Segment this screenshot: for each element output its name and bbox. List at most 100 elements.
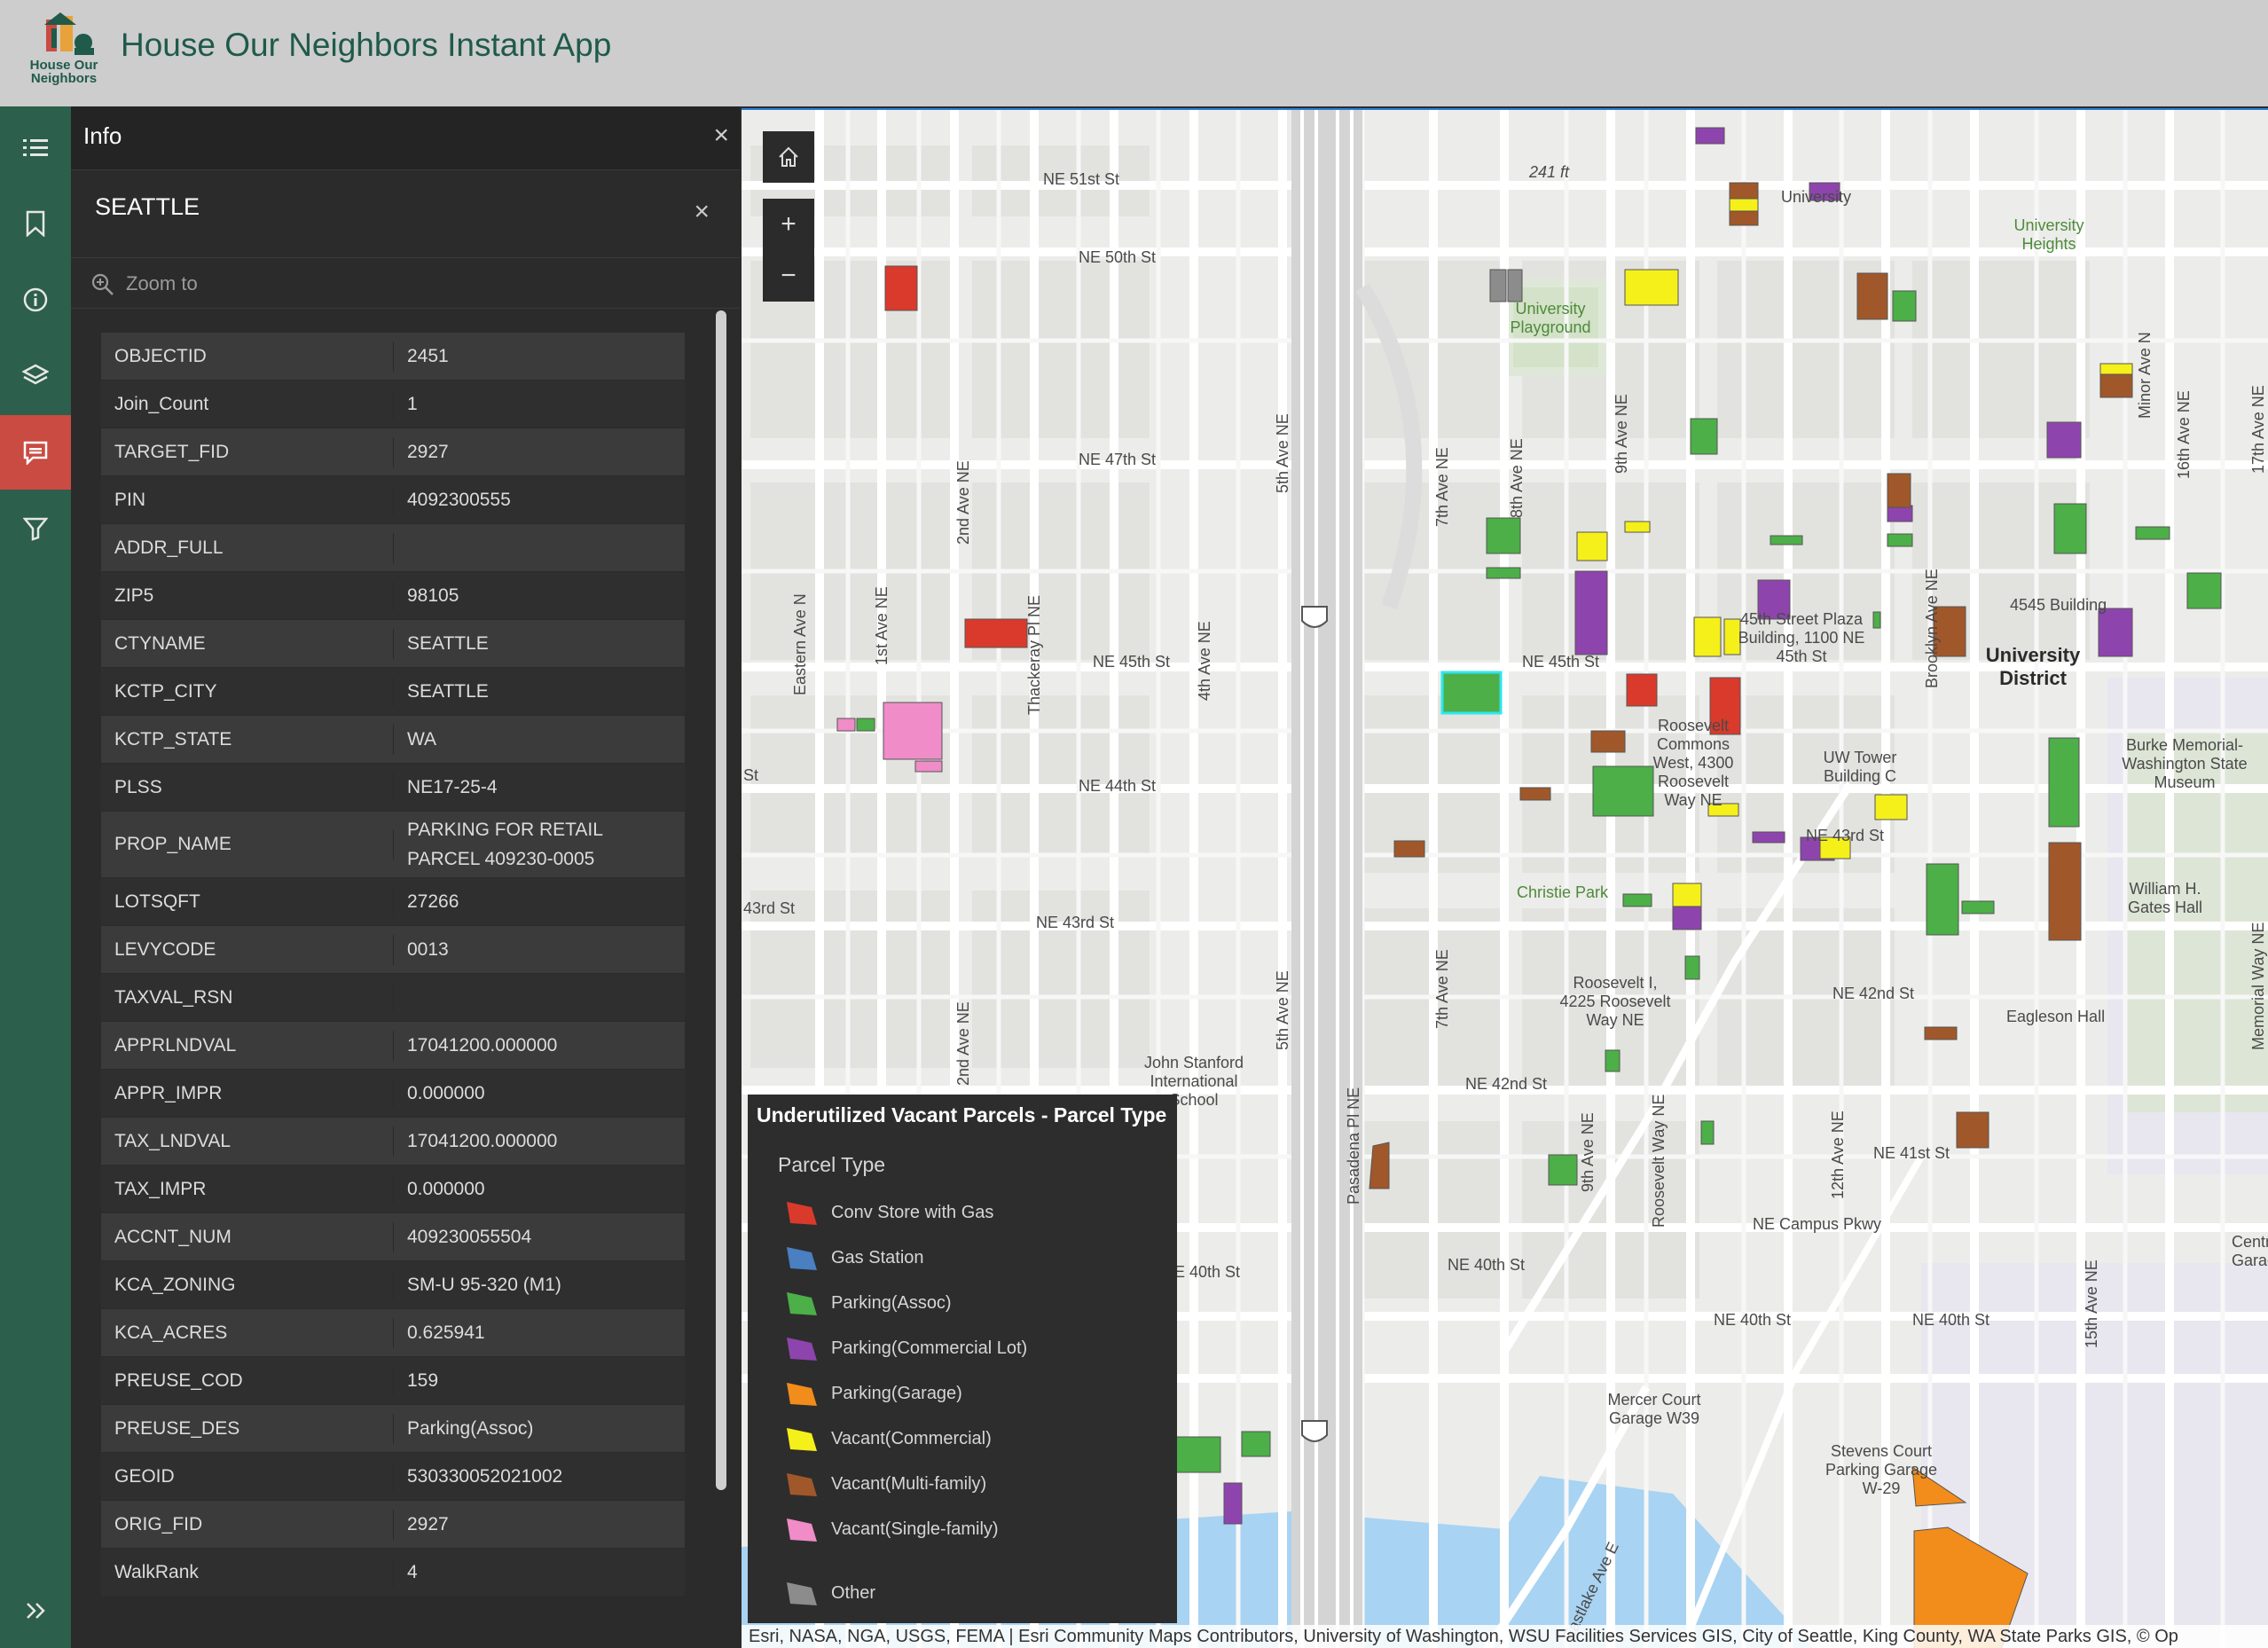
legend-item: Parking(Garage) bbox=[787, 1378, 962, 1409]
attribute-key: WalkRank bbox=[101, 1557, 394, 1588]
attribute-row: TAX_IMPR 0.000000 bbox=[101, 1165, 685, 1212]
street-label: E 40th St bbox=[1174, 1263, 1241, 1281]
attribute-value: 17041200.000000 bbox=[407, 1131, 558, 1151]
about-button[interactable] bbox=[0, 263, 71, 337]
popup-info-button[interactable] bbox=[0, 415, 71, 490]
info-icon bbox=[23, 287, 48, 312]
attribute-value: PARKING FOR RETAIL PARCEL 409230-0005 bbox=[407, 820, 603, 869]
attribute-key: KCA_ACRES bbox=[101, 1317, 394, 1348]
legend-swatch bbox=[787, 1473, 817, 1496]
street-label: NE 51st St bbox=[1043, 170, 1120, 188]
app-logo: House Our Neighbors bbox=[25, 12, 103, 89]
street-label: Pasadena Pl NE bbox=[1345, 1087, 1362, 1205]
attribute-value bbox=[394, 545, 685, 552]
place-label: University Playground bbox=[1510, 300, 1591, 336]
attribute-row: APPR_IMPR 0.000000 bbox=[101, 1070, 685, 1117]
close-icon[interactable]: × bbox=[713, 122, 729, 149]
zoom-out-button[interactable]: − bbox=[763, 250, 814, 302]
legend-label: Parking(Assoc) bbox=[831, 1292, 952, 1313]
place-label: Eagleson Hall bbox=[2006, 1008, 2106, 1025]
street-label: NE 43rd St bbox=[1036, 914, 1115, 931]
legend-swatch bbox=[787, 1202, 817, 1225]
attribute-row: ACCNT_NUM 409230055504 bbox=[101, 1213, 685, 1260]
street-label: NE 44th St bbox=[1079, 777, 1157, 795]
attribute-value: 2927 bbox=[407, 1514, 449, 1534]
attribute-key: TAX_IMPR bbox=[101, 1173, 394, 1205]
street-label: NE Campus Pkwy bbox=[1753, 1215, 1882, 1233]
street-label: NE 40th St bbox=[1714, 1311, 1792, 1329]
home-button[interactable] bbox=[763, 131, 814, 183]
attribute-row: WalkRank 4 bbox=[101, 1549, 685, 1596]
street-label: Brooklyn Ave NE bbox=[1923, 569, 1941, 688]
legend-item: Conv Store with Gas bbox=[787, 1197, 993, 1228]
place-label: Central Garage bbox=[2232, 1233, 2268, 1269]
attribute-row: TAX_LNDVAL 17041200.000000 bbox=[101, 1118, 685, 1165]
legend-item: Vacant(Commercial) bbox=[787, 1424, 992, 1454]
attribute-value: 2451 bbox=[407, 346, 449, 366]
attribute-row: KCA_ZONING SM-U 95-320 (M1) bbox=[101, 1261, 685, 1308]
attribute-key: LEVYCODE bbox=[101, 934, 394, 965]
street-label: 17th Ave NE bbox=[2249, 385, 2267, 474]
street-label: NE 40th St bbox=[1912, 1311, 1990, 1329]
legend-label: Parking(Commercial Lot) bbox=[831, 1338, 1028, 1358]
feature-close-icon[interactable]: × bbox=[694, 199, 710, 225]
zoom-control: + − bbox=[763, 199, 814, 302]
legend-item: Vacant(Single-family) bbox=[787, 1514, 999, 1544]
bookmarks-button[interactable] bbox=[0, 186, 71, 261]
layer-list-button[interactable] bbox=[0, 111, 71, 185]
street-label: NE 45th St bbox=[1093, 653, 1171, 671]
attribute-value: SEATTLE bbox=[407, 633, 489, 654]
attribute-row: ORIG_FID 2927 bbox=[101, 1501, 685, 1548]
street-label: Thackeray Pl NE bbox=[1025, 594, 1043, 715]
attribute-value: WA bbox=[407, 729, 437, 749]
home-control bbox=[763, 131, 814, 183]
attribute-row: ADDR_FULL bbox=[101, 524, 685, 571]
attribute-value: Parking(Assoc) bbox=[407, 1418, 534, 1439]
legend-swatch bbox=[787, 1519, 817, 1542]
zoom-in-button[interactable]: + bbox=[763, 199, 814, 250]
attribute-key: KCTP_CITY bbox=[101, 676, 394, 707]
legend-item: Parking(Assoc) bbox=[787, 1288, 952, 1318]
attribute-row: Join_Count 1 bbox=[101, 381, 685, 428]
street-label: 1st Ave NE bbox=[873, 586, 891, 665]
street-label: Memorial Way NE bbox=[2249, 922, 2267, 1050]
attribute-row: KCTP_STATE WA bbox=[101, 716, 685, 763]
expand-rail-button[interactable] bbox=[0, 1573, 71, 1648]
attribute-row: ZIP5 98105 bbox=[101, 572, 685, 619]
attribute-value: SEATTLE bbox=[407, 681, 489, 702]
legend-label: Gas Station bbox=[831, 1247, 924, 1267]
attribute-value: 0.625941 bbox=[407, 1322, 485, 1343]
attribute-key: Join_Count bbox=[101, 388, 394, 420]
place-label: Roosevelt I, 4225 Roosevelt Way NE bbox=[1559, 974, 1671, 1029]
street-label: 2nd Ave NE bbox=[954, 1001, 972, 1086]
street-label: NE 42nd St bbox=[1832, 985, 1915, 1002]
panel-scrollbar[interactable] bbox=[713, 310, 729, 1641]
street-label: Roosevelt Way NE bbox=[1650, 1094, 1668, 1228]
attribute-value: 17041200.000000 bbox=[407, 1035, 558, 1056]
legend-label: Vacant(Single-family) bbox=[831, 1519, 999, 1539]
filter-button[interactable] bbox=[0, 491, 71, 566]
layers-button[interactable] bbox=[0, 339, 71, 413]
place-label: University District bbox=[1985, 644, 2081, 689]
attribute-value: NE17-25-4 bbox=[407, 777, 498, 797]
place-label: Mercer Court Garage W39 bbox=[1607, 1391, 1701, 1427]
attribute-key: GEOID bbox=[101, 1461, 394, 1492]
street-label: 9th Ave NE bbox=[1579, 1112, 1597, 1192]
scrollbar-thumb[interactable] bbox=[716, 310, 726, 1490]
attribute-value: 0013 bbox=[407, 939, 449, 960]
street-label: St bbox=[743, 766, 759, 784]
street-label: 7th Ave NE bbox=[1433, 949, 1451, 1029]
legend-label: Conv Store with Gas bbox=[831, 1202, 994, 1222]
attribute-key: APPR_IMPR bbox=[101, 1078, 394, 1109]
street-label: 8th Ave NE bbox=[1508, 438, 1526, 518]
zoom-to-button[interactable]: Zoom to bbox=[71, 257, 740, 309]
attribute-value: 159 bbox=[407, 1370, 439, 1391]
action-rail bbox=[0, 106, 71, 1648]
home-icon bbox=[779, 146, 798, 167]
street-label: 15th Ave NE bbox=[2083, 1260, 2100, 1348]
street-label: NE 47th St bbox=[1079, 451, 1157, 468]
attribute-value: SM-U 95-320 (M1) bbox=[407, 1275, 561, 1295]
attribute-row: APPRLNDVAL 17041200.000000 bbox=[101, 1022, 685, 1069]
legend-item: Other bbox=[787, 1578, 875, 1608]
attribute-row: PLSS NE17-25-4 bbox=[101, 764, 685, 811]
